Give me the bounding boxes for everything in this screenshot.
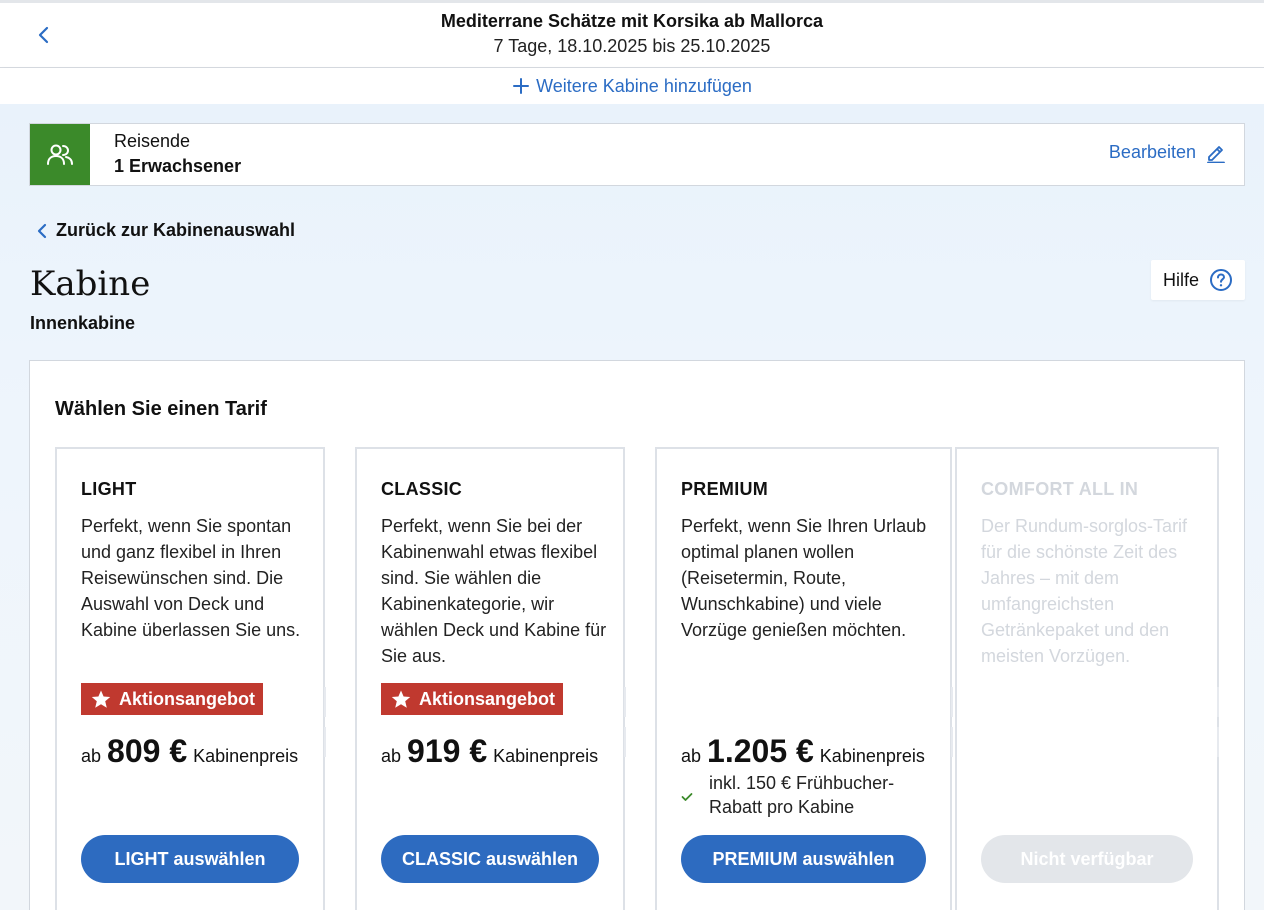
discount-text: inkl. 150 € Frühbucher-Rabatt pro Kabine: [709, 773, 895, 817]
price-suffix: Kabinenpreis: [819, 746, 925, 766]
pencil-icon: [1207, 145, 1225, 163]
tariff-description: Der Rundum-sorglos-Tarif für die schönst…: [981, 516, 1188, 666]
price-suffix: Kabinenpreis: [193, 746, 299, 766]
early-booking-discount: inkl. 150 € Frühbucher-Rabatt pro Kabine: [681, 771, 909, 819]
tariff-name: PREMIUM: [681, 479, 769, 499]
star-icon: [91, 690, 111, 708]
tariff-panel-title: Wählen Sie einen Tarif: [55, 398, 267, 420]
plus-icon: [513, 78, 530, 94]
trip-title: Mediterrane Schätze mit Korsika ab Mallo…: [440, 11, 824, 31]
tariff-description: Perfekt, wenn Sie Ihren Urlaub optimal p…: [681, 516, 927, 640]
price-prefix: ab: [81, 746, 102, 766]
edit-travelers-button[interactable]: Bearbeiten: [1109, 142, 1226, 163]
travelers-label: Reisende: [114, 131, 191, 151]
tariff-description: Perfekt, wenn Sie spontan und ganz flexi…: [81, 516, 301, 640]
trip-header: Mediterrane Schätze mit Korsika ab Mallo…: [0, 0, 1264, 68]
tariff-card-light[interactable]: LIGHT Perfekt, wenn Sie spontan und ganz…: [55, 447, 325, 910]
tariff-card-comfort-all-in: COMFORT ALL IN Der Rundum-sorglos-Tarif …: [955, 447, 1219, 910]
tariff-description: Perfekt, wenn Sie bei der Kabinenwahl et…: [381, 516, 607, 666]
price-amount: 1.205 €: [707, 733, 814, 769]
select-classic-button[interactable]: CLASSIC auswählen: [381, 835, 599, 883]
tariff-card-classic[interactable]: CLASSIC Perfekt, wenn Sie bei der Kabine…: [355, 447, 625, 910]
travelers-box: Reisende 1 Erwachsener Bearbeiten: [29, 123, 1245, 186]
tariff-panel: Wählen Sie einen Tarif LIGHT Perfekt, we…: [29, 360, 1245, 910]
promo-label: Aktionsangebot: [119, 688, 256, 709]
add-cabin-label: Weitere Kabine hinzufügen: [536, 75, 752, 96]
users-icon: [47, 144, 73, 165]
card-separator: [624, 687, 626, 717]
tariff-name: CLASSIC: [381, 479, 463, 499]
price-row: ab 1.205 € Kabinenpreis: [681, 733, 925, 770]
star-icon: [391, 690, 411, 708]
cabin-type: Innenkabine: [30, 313, 136, 333]
help-label: Hilfe: [1162, 269, 1199, 290]
chevron-left-icon: [37, 223, 47, 238]
card-separator: [624, 727, 626, 757]
select-light-button[interactable]: LIGHT auswählen: [81, 835, 299, 883]
card-separator: [324, 687, 326, 717]
tariff-name: LIGHT: [81, 479, 137, 499]
unavailable-button: Nicht verfügbar: [981, 835, 1193, 883]
tariff-name: COMFORT ALL IN: [981, 479, 1139, 499]
card-separator: [1217, 687, 1219, 717]
add-cabin-button[interactable]: Weitere Kabine hinzufügen: [0, 68, 1264, 104]
price-row: ab 919 € Kabinenpreis: [381, 733, 598, 770]
trip-dates: 7 Tage, 18.10.2025 bis 25.10.2025: [493, 36, 771, 56]
help-button[interactable]: Hilfe: [1151, 260, 1245, 300]
price-prefix: ab: [681, 746, 702, 766]
check-icon: [681, 793, 693, 801]
back-to-cabin-selection-link[interactable]: Zurück zur Kabinenauswahl: [36, 220, 295, 241]
price-row: ab 809 € Kabinenpreis: [81, 733, 298, 770]
price-amount: 919 €: [407, 733, 488, 769]
promo-badge: Aktionsangebot: [81, 683, 264, 715]
travelers-icon-box: [30, 124, 90, 185]
tariff-card-premium[interactable]: PREMIUM Perfekt, wenn Sie Ihren Urlaub o…: [655, 447, 952, 910]
page-title: Kabine: [30, 264, 151, 304]
price-prefix: ab: [381, 746, 402, 766]
price-amount: 809 €: [107, 733, 188, 769]
promo-label: Aktionsangebot: [419, 688, 556, 709]
question-circle-icon: [1210, 269, 1232, 291]
card-separator: [951, 727, 953, 757]
promo-badge: Aktionsangebot: [381, 683, 564, 715]
edit-label: Bearbeiten: [1108, 142, 1196, 162]
price-suffix: Kabinenpreis: [493, 746, 599, 766]
card-separator: [951, 687, 953, 717]
card-separator: [1217, 727, 1219, 757]
select-premium-button[interactable]: PREMIUM auswählen: [681, 835, 926, 883]
back-link-label: Zurück zur Kabinenauswahl: [56, 220, 296, 240]
card-separator: [324, 727, 326, 757]
travelers-value: 1 Erwachsener: [114, 156, 242, 176]
